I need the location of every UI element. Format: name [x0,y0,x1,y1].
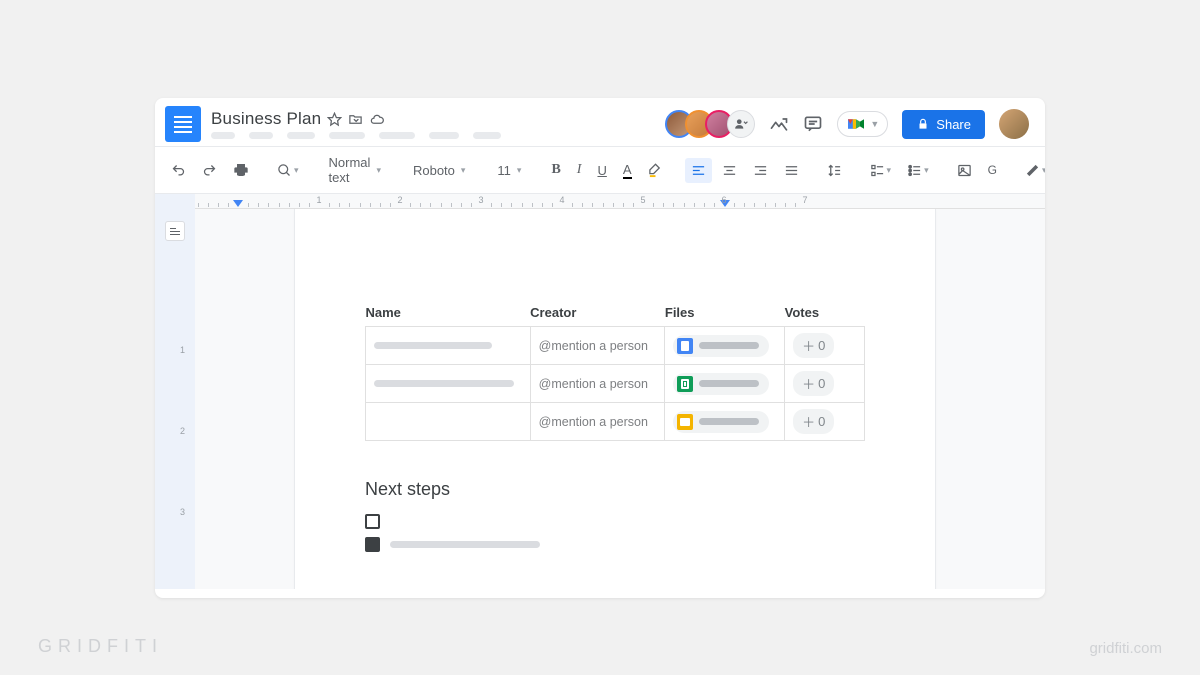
table-row[interactable]: @mention a person ＋0 [366,365,865,403]
mention-cell[interactable]: @mention a person [530,327,665,365]
profile-avatar-icon[interactable] [999,109,1029,139]
document-area: 1 2 3 Name Creator Files Votes @mention a … [155,209,1045,589]
col-header-files: Files [665,299,785,327]
mention-cell[interactable]: @mention a person [530,403,665,441]
file-chip-docs[interactable] [673,335,769,357]
ruler-h-label: 1 [316,195,321,205]
header: Business Plan [155,98,1045,146]
docs-logo-icon[interactable] [165,106,201,142]
slides-file-icon [677,414,693,430]
zoom-button[interactable]: ▾ [271,158,305,183]
checklist-button[interactable]: ▾ [864,158,898,183]
ruler-h-label: 4 [559,195,564,205]
header-right: ▼ Share [673,109,1029,139]
content-table[interactable]: Name Creator Files Votes @mention a pers… [365,299,865,441]
mention-cell[interactable]: @mention a person [530,365,665,403]
chevron-down-icon: ▼ [870,119,879,129]
clear-formatting-button[interactable]: G [982,158,1003,182]
ruler-h-label: 7 [802,195,807,205]
docs-file-icon [677,338,693,354]
align-left-button[interactable] [685,158,712,183]
col-header-name: Name [366,299,531,327]
star-icon[interactable] [327,112,342,127]
text-color-button[interactable]: A [617,157,638,184]
checkbox-checked-icon[interactable] [365,537,380,552]
align-right-button[interactable] [747,158,774,183]
comments-icon[interactable] [803,114,823,134]
underline-button[interactable]: U [591,158,612,183]
share-label: Share [936,117,971,132]
watermark-url: gridfiti.com [1089,640,1162,657]
vote-chip[interactable]: ＋0 [793,333,834,358]
ruler-h-label: 3 [478,195,483,205]
ruler-h-label: 6 [721,195,726,205]
meet-button[interactable]: ▼ [837,111,888,137]
ruler-v-label: 3 [180,507,185,517]
col-header-votes: Votes [785,299,865,327]
bullet-list-button[interactable]: ▾ [901,158,935,183]
lock-icon [916,117,930,131]
anonymous-avatar-icon[interactable] [727,110,755,138]
font-dropdown[interactable]: Roboto▾ [405,159,473,182]
highlight-button[interactable] [642,158,669,183]
move-folder-icon[interactable] [348,112,363,127]
title-area: Business Plan [211,109,663,139]
bold-button[interactable]: B [545,157,566,183]
docs-window: Business Plan [155,98,1045,598]
vote-chip[interactable]: ＋0 [793,371,834,396]
col-header-creator: Creator [530,299,665,327]
vote-chip[interactable]: ＋0 [793,409,834,434]
collaborator-avatars[interactable] [673,110,755,138]
ruler-h-label: 2 [397,195,402,205]
redo-button[interactable] [196,158,223,183]
toolbar: ▾ Normal text▾ Roboto▾ 11▾ B I U A ▾ ▾ G… [155,146,1045,193]
italic-button[interactable]: I [571,157,588,183]
ruler-vertical[interactable]: 1 2 3 [155,209,195,589]
font-size-dropdown[interactable]: 11▾ [489,159,529,182]
style-dropdown[interactable]: Normal text▾ [321,151,389,189]
page[interactable]: Name Creator Files Votes @mention a pers… [295,209,935,589]
plus-icon: ＋ [802,336,815,355]
document-title[interactable]: Business Plan [211,109,321,129]
table-row[interactable]: @mention a person ＋0 [366,327,865,365]
plus-icon: ＋ [802,374,815,393]
ruler-horizontal[interactable]: 1 2 3 4 5 6 7 [155,193,1045,209]
menu-bar[interactable] [211,132,663,139]
file-chip-sheets[interactable] [673,373,769,395]
outline-toggle-button[interactable] [165,221,185,241]
editing-mode-button[interactable]: ▾ [1019,158,1045,183]
checkbox-unchecked-icon[interactable] [365,514,380,529]
align-justify-button[interactable] [778,158,805,183]
next-steps-heading[interactable]: Next steps [365,479,865,500]
align-center-button[interactable] [716,158,743,183]
ruler-v-label: 1 [180,345,185,355]
insert-image-button[interactable] [951,158,978,183]
share-button[interactable]: Share [902,110,985,139]
ruler-h-label: 5 [640,195,645,205]
checklist[interactable] [365,514,865,552]
line-spacing-button[interactable] [821,158,848,183]
file-chip-slides[interactable] [673,411,769,433]
meet-icon [846,116,866,132]
watermark-logo: GRIDFITI [38,636,163,657]
ruler-v-label: 2 [180,426,185,436]
checklist-item[interactable] [365,537,865,552]
activity-icon[interactable] [769,114,789,134]
canvas[interactable]: Name Creator Files Votes @mention a pers… [195,209,1045,589]
table-row[interactable]: @mention a person ＋0 [366,403,865,441]
plus-icon: ＋ [802,412,815,431]
print-button[interactable] [227,157,255,183]
checklist-item[interactable] [365,514,865,529]
undo-button[interactable] [165,158,192,183]
sheets-file-icon [677,376,693,392]
cloud-status-icon[interactable] [369,112,385,127]
